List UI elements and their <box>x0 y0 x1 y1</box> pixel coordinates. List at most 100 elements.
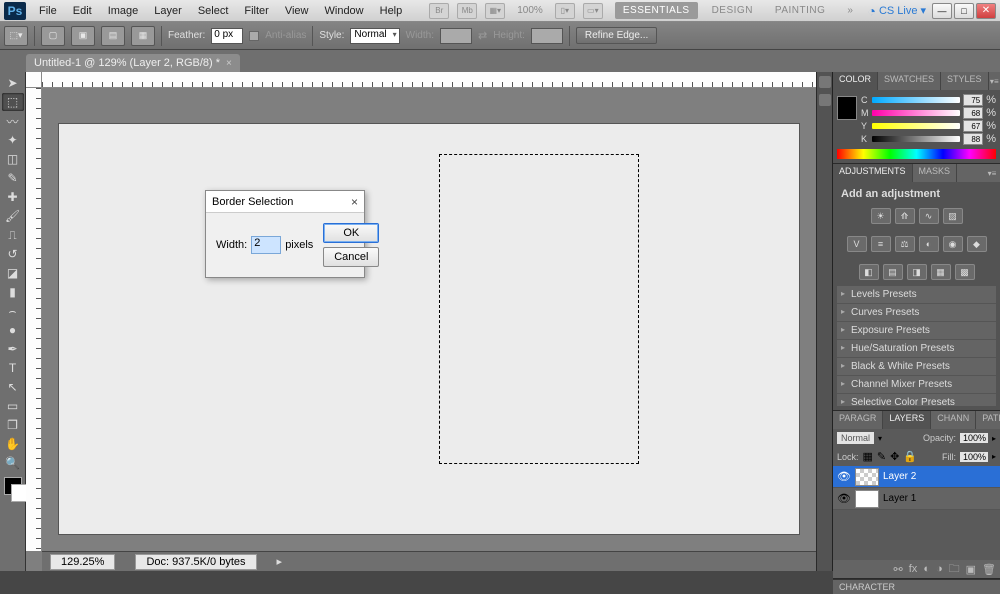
photofilter-icon[interactable]: ◉ <box>943 236 963 252</box>
layer-thumbnail[interactable] <box>855 468 879 486</box>
exposure-icon[interactable]: ▨ <box>943 208 963 224</box>
layer-fx-icon[interactable]: fx <box>909 563 918 575</box>
tab-adjustments[interactable]: ADJUSTMENTS <box>833 164 913 182</box>
tab-styles[interactable]: STYLES <box>941 72 989 90</box>
lasso-tool[interactable]: 〰 <box>2 112 24 130</box>
eyedropper-tool[interactable]: ✎ <box>2 169 24 187</box>
collapsed-panel-icon[interactable] <box>819 94 831 106</box>
minibridge-icon[interactable]: Mb <box>457 3 477 19</box>
layer-row[interactable]: 👁 Layer 2 <box>833 466 1000 488</box>
preset-item[interactable]: Levels Presets <box>837 286 996 304</box>
document-tab-close-icon[interactable]: × <box>226 58 232 69</box>
preset-item[interactable]: Selective Color Presets <box>837 394 996 406</box>
close-button[interactable]: ✕ <box>976 3 996 19</box>
tab-paths[interactable]: PATHS <box>976 411 1000 429</box>
panel-menu-icon[interactable]: ▾≡ <box>989 72 1000 90</box>
workspace-painting[interactable]: PAINTING <box>767 2 833 19</box>
menu-window[interactable]: Window <box>318 2 371 20</box>
vibrance-icon[interactable]: V <box>847 236 867 252</box>
path-tool[interactable]: ↖ <box>2 378 24 396</box>
layer-name[interactable]: Layer 1 <box>883 493 916 504</box>
delete-layer-icon[interactable]: 🗑 <box>982 563 996 576</box>
layer-thumbnail[interactable] <box>855 490 879 508</box>
collapsed-panel-icon[interactable] <box>819 76 831 88</box>
viewextras-icon[interactable]: ▦▾ <box>485 3 505 19</box>
fill-input[interactable]: 100% <box>960 452 988 462</box>
invert-icon[interactable]: ◧ <box>859 264 879 280</box>
arrange-docs-icon[interactable]: ▯▾ <box>555 3 575 19</box>
visibility-toggle-icon[interactable]: 👁 <box>837 492 851 506</box>
tab-masks[interactable]: MASKS <box>913 164 958 182</box>
lock-all-icon[interactable]: 🔒 <box>903 450 917 463</box>
mixer-icon[interactable]: ◆ <box>967 236 987 252</box>
marquee-tool[interactable]: ⬚ <box>2 93 24 111</box>
layer-name[interactable]: Layer 2 <box>883 471 916 482</box>
ok-button[interactable]: OK <box>323 223 379 243</box>
ruler-horizontal[interactable] <box>42 72 816 88</box>
menu-view[interactable]: View <box>278 2 316 20</box>
lock-position-icon[interactable]: ✎ <box>877 450 886 463</box>
blur-tool[interactable]: ⌢ <box>2 302 24 320</box>
layer-mask-icon[interactable]: ◐ <box>923 563 930 575</box>
maximize-button[interactable]: □ <box>954 3 974 19</box>
cslive-button[interactable]: CS Live ▾ <box>867 3 926 19</box>
posterize-icon[interactable]: ▤ <box>883 264 903 280</box>
workspace-design[interactable]: DESIGN <box>704 2 761 19</box>
canvas[interactable] <box>59 124 799 534</box>
tab-paragraph[interactable]: PARAGR <box>833 411 883 429</box>
ruler-origin[interactable] <box>26 72 42 88</box>
menu-layer[interactable]: Layer <box>147 2 189 20</box>
zoom-tool[interactable]: 🔍 <box>2 454 24 472</box>
canvas-viewport[interactable] <box>42 88 816 551</box>
tab-color[interactable]: COLOR <box>833 72 878 90</box>
preset-item[interactable]: Hue/Saturation Presets <box>837 340 996 358</box>
k-slider[interactable] <box>872 136 960 142</box>
menu-help[interactable]: Help <box>373 2 410 20</box>
type-tool[interactable]: T <box>2 359 24 377</box>
eraser-tool[interactable]: ◪ <box>2 264 24 282</box>
pen-tool[interactable]: ✒ <box>2 340 24 358</box>
tab-channels[interactable]: CHANN <box>931 411 976 429</box>
workspace-more[interactable]: » <box>839 2 861 19</box>
wand-tool[interactable]: ✦ <box>2 131 24 149</box>
heal-tool[interactable]: ✚ <box>2 188 24 206</box>
screenmode-icon[interactable]: ▭▾ <box>583 3 603 19</box>
menu-file[interactable]: File <box>32 2 64 20</box>
m-value[interactable]: 68 <box>963 107 983 119</box>
balance-icon[interactable]: ⚖ <box>895 236 915 252</box>
link-layers-icon[interactable]: ⚯ <box>894 563 903 576</box>
tab-layers[interactable]: LAYERS <box>883 411 931 429</box>
selection-intersect-icon[interactable]: ▦ <box>131 26 155 46</box>
dialog-width-input[interactable]: 2 <box>251 236 281 254</box>
hue-icon[interactable]: ≡ <box>871 236 891 252</box>
group-icon[interactable]: 🗀 <box>949 560 960 579</box>
3d-tool[interactable]: ❐ <box>2 416 24 434</box>
threshold-icon[interactable]: ◨ <box>907 264 927 280</box>
blend-mode-select[interactable]: Normal <box>837 432 874 444</box>
feather-input[interactable]: 0 px <box>211 28 243 44</box>
preset-item[interactable]: Exposure Presets <box>837 322 996 340</box>
shape-tool[interactable]: ▭ <box>2 397 24 415</box>
fg-bg-color-swatch[interactable] <box>4 477 22 495</box>
adjustment-layer-icon[interactable]: ◑ <box>936 563 943 575</box>
minimize-button[interactable]: — <box>932 3 952 19</box>
brightness-icon[interactable]: ☀ <box>871 208 891 224</box>
marquee-selection[interactable] <box>439 154 639 464</box>
y-slider[interactable] <box>872 123 960 129</box>
menu-image[interactable]: Image <box>101 2 146 20</box>
m-slider[interactable] <box>872 110 960 116</box>
menu-filter[interactable]: Filter <box>237 2 275 20</box>
lock-move-icon[interactable]: ✥ <box>890 450 899 463</box>
bw-icon[interactable]: ◐ <box>919 236 939 252</box>
tool-preset-marquee-icon[interactable]: ⬚▾ <box>4 26 28 46</box>
preset-item[interactable]: Curves Presets <box>837 304 996 322</box>
k-value[interactable]: 88 <box>963 133 983 145</box>
status-zoom[interactable]: 129.25% <box>50 554 115 570</box>
dialog-close-icon[interactable]: × <box>351 195 358 209</box>
cancel-button[interactable]: Cancel <box>323 247 379 267</box>
new-layer-icon[interactable]: ▣ <box>966 563 976 576</box>
history-brush-tool[interactable]: ↺ <box>2 245 24 263</box>
layer-row[interactable]: 👁 Layer 1 <box>833 488 1000 510</box>
hue-ramp[interactable] <box>837 149 996 159</box>
gradmap-icon[interactable]: ▦ <box>931 264 951 280</box>
